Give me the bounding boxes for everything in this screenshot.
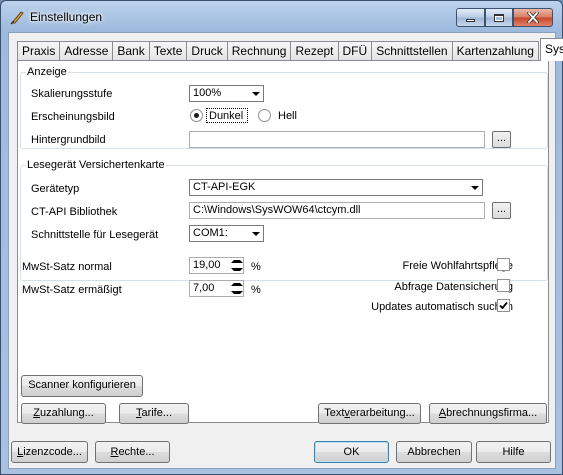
geraetetyp-select[interactable]: CT-API-EGK [189,179,483,196]
radio-dunkel-label[interactable]: Dunkel [209,110,243,122]
hintergrund-input[interactable] [189,131,485,148]
schnittstelle-select[interactable]: COM1: [189,225,264,242]
skalierung-value: 100% [193,87,222,99]
tab-druck[interactable]: Druck [186,41,228,61]
skalierung-label: Skalierungsstufe [31,88,113,100]
chevron-down-icon [249,87,262,100]
bibliothek-input[interactable]: C:\Windows\SysWOW64\ctcym.dll [189,202,485,219]
ok-button[interactable]: OK [314,441,389,463]
tarife-button[interactable]: Tarife... [119,403,189,424]
bibliothek-label: CT-API Bibliothek [31,206,118,218]
updates-checkbox[interactable] [497,299,510,312]
window-title: Einstellungen [30,10,103,24]
tab-dfue[interactable]: DFÜ [337,41,373,61]
cancel-button[interactable]: Abbrechen [396,441,472,463]
updates-label: Updates automatisch suchen [371,301,513,313]
abrechnungsfirma-button[interactable]: Abrechnungsfirma... [429,403,547,424]
tab-kartenzahlung[interactable]: Kartenzahlung [451,41,539,61]
wohlfahrt-checkbox[interactable] [497,258,510,271]
radio-dunkel[interactable] [190,109,203,122]
lesegeraet-group-title: Lesegerät Versichertenkarte [26,159,166,171]
radio-hell[interactable] [258,109,271,122]
bibliothek-browse-button[interactable]: ... [492,202,511,219]
title-bar[interactable]: Einstellungen [1,1,562,31]
spin-up-icon[interactable] [231,258,243,266]
mwst-normal-value: 19,00 [193,259,221,271]
schnittstelle-label: Schnittstelle für Lesegerät [31,229,159,241]
tab-adresse[interactable]: Adresse [59,41,114,61]
mwst-normal-spinner[interactable]: 19,00 [189,257,244,274]
mwst-normal-label: MwSt-Satz normal [22,261,112,273]
scanner-configure-button[interactable]: Scanner konfigurieren [21,375,143,397]
mwst-ermaessigt-label: MwSt-Satz ermäßigt [22,284,122,296]
geraetetyp-label: Gerätetyp [31,183,80,195]
help-button[interactable]: Hilfe [476,441,551,463]
checkmark-icon [499,301,508,310]
minimize-icon [466,19,475,22]
chevron-down-icon [468,181,481,194]
system-tab-panel: Anzeige Skalierungsstufe 100% Erscheinun… [17,60,549,424]
minimize-button[interactable] [456,8,485,27]
maximize-icon [494,13,504,22]
close-button[interactable] [513,8,553,27]
textverarbeitung-button[interactable]: Textverarbeitung... [318,403,421,424]
radio-hell-label[interactable]: Hell [278,110,297,122]
mwst-ermaessigt-spinner[interactable]: 7,00 [189,280,244,297]
spin-up-icon[interactable] [231,281,243,289]
tab-strip: Praxis Adresse Bank Texte Druck Rechnung… [17,38,563,61]
mwst-ermaessigt-percent: % [251,284,261,296]
datensicherung-label: Abfrage Datensicherung [394,281,513,293]
skalierung-select[interactable]: 100% [189,85,264,102]
anzeige-group-title: Anzeige [26,66,68,78]
maximize-button[interactable] [485,8,513,27]
spin-down-icon[interactable] [231,266,243,274]
mwst-ermaessigt-value: 7,00 [193,282,215,294]
lizenzcode-button[interactable]: Lizenzcode... [11,441,88,463]
erscheinung-label: Erscheinungsbild [31,111,115,123]
tab-texte[interactable]: Texte [148,41,188,61]
chevron-down-icon [249,227,262,240]
rechte-button[interactable]: Rechte... [95,441,170,463]
app-feather-icon [10,11,24,25]
schnittstelle-value: COM1: [193,227,228,239]
datensicherung-checkbox[interactable] [497,279,510,292]
tab-praxis[interactable]: Praxis [17,41,61,61]
spin-down-icon[interactable] [231,289,243,297]
mwst-normal-percent: % [251,261,261,273]
tab-rezept[interactable]: Rezept [290,41,339,61]
tab-system[interactable]: System [539,38,563,61]
close-icon [527,12,539,23]
dialog-client-area: Praxis Adresse Bank Texte Druck Rechnung… [8,32,563,469]
tab-schnittstellen[interactable]: Schnittstellen [371,41,453,61]
tab-bank[interactable]: Bank [112,41,150,61]
settings-window: Einstellungen Praxis Adresse Bank Texte … [0,0,563,475]
tab-rechnung[interactable]: Rechnung [226,41,292,61]
hintergrund-browse-button[interactable]: ... [492,131,511,148]
zuzahlung-button[interactable]: Zuzahlung... [21,403,106,424]
geraetetyp-value: CT-API-EGK [193,181,256,193]
hintergrund-label: Hintergrundbild [31,134,106,146]
